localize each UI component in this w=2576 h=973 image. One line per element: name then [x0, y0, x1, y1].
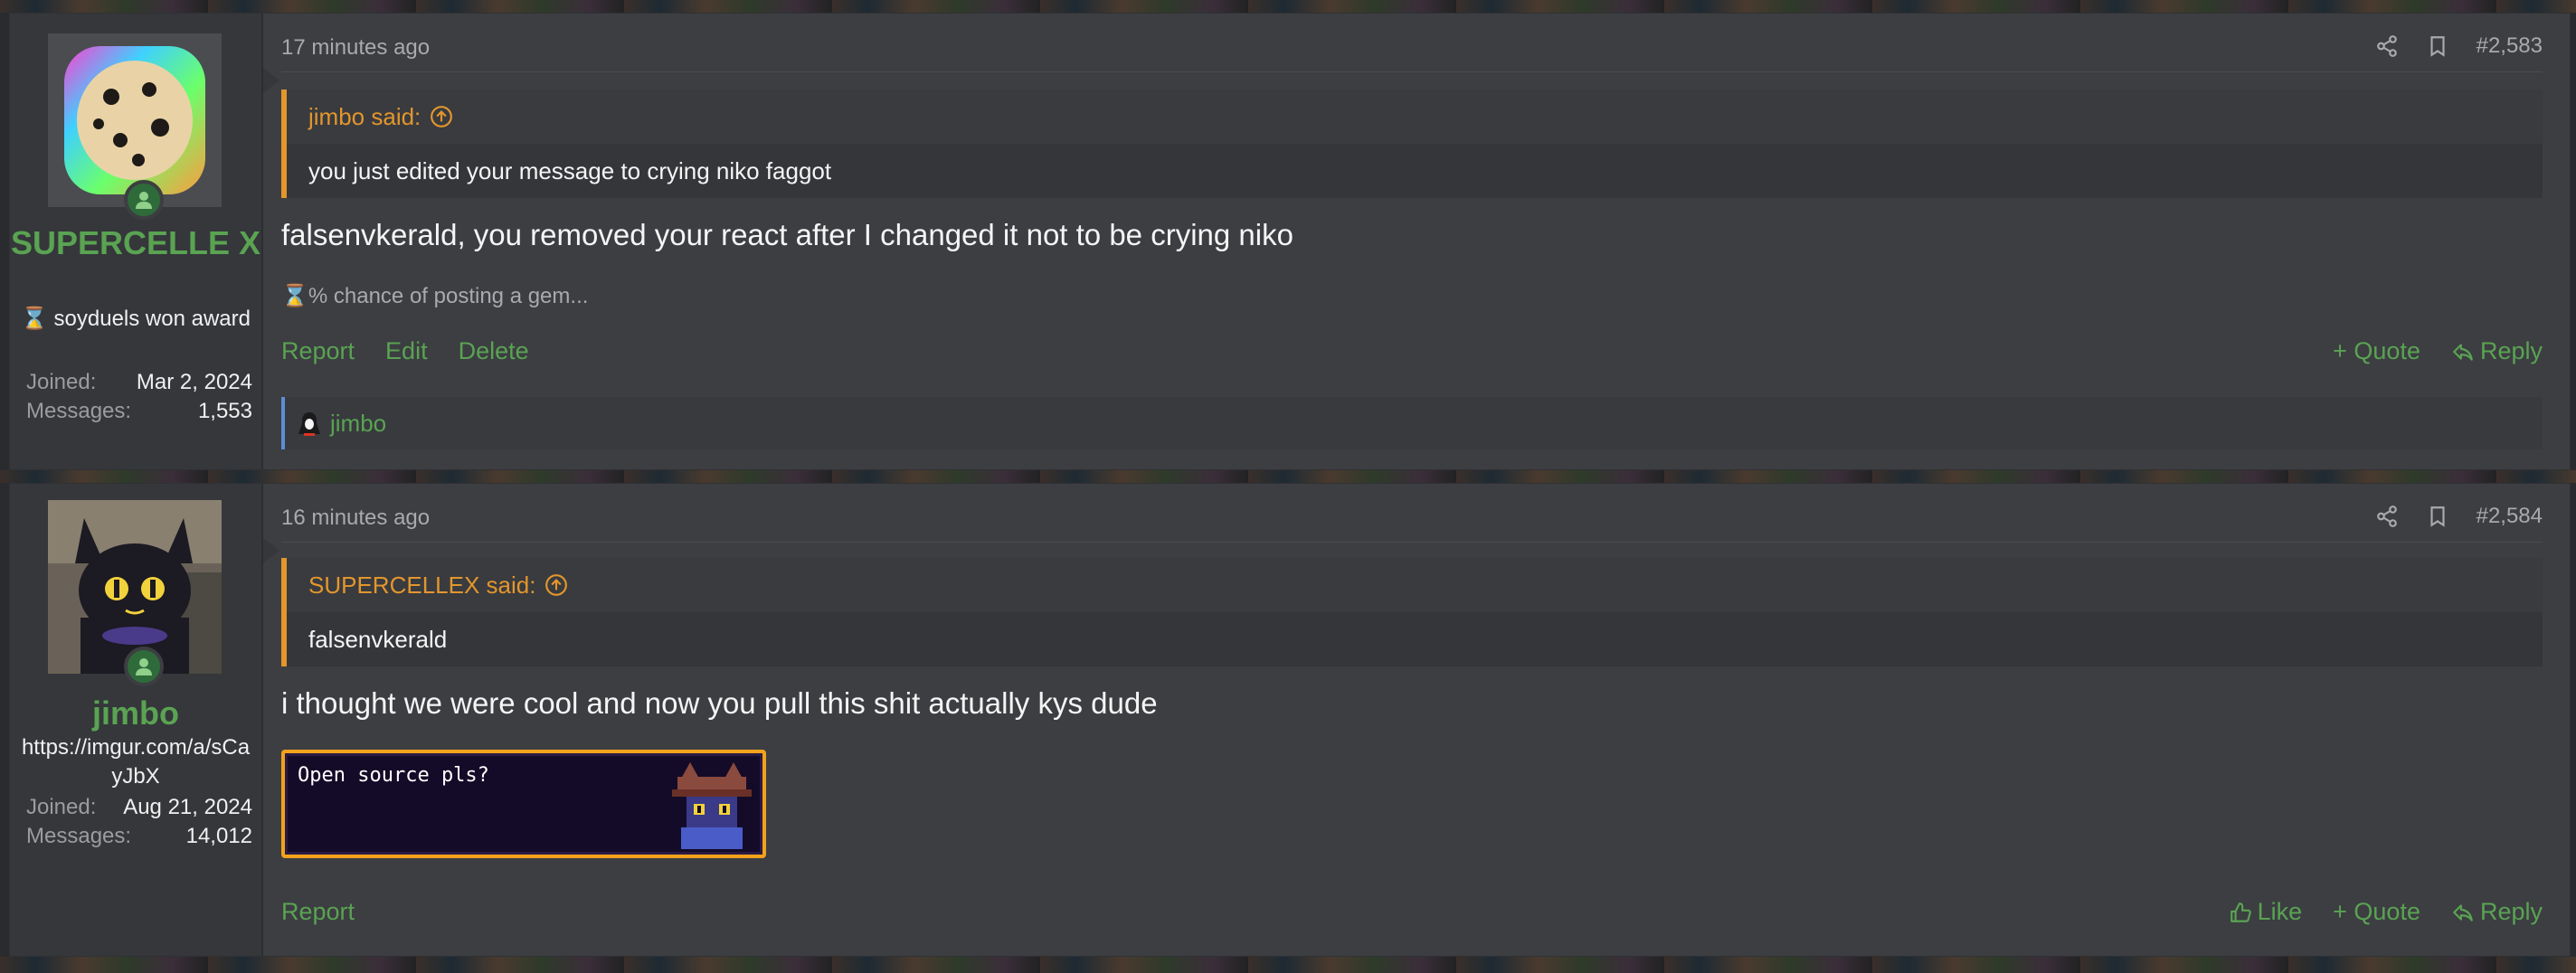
thumbs-up-icon	[2230, 902, 2251, 922]
divider	[281, 71, 2543, 72]
report-button[interactable]: Report	[281, 898, 355, 926]
post-number[interactable]: #2,584	[2477, 504, 2543, 529]
reply-button[interactable]: Reply	[2451, 337, 2543, 365]
quote-block: jimbo said: you just edited your message…	[281, 90, 2543, 198]
post-time[interactable]: 16 minutes ago	[281, 505, 430, 531]
arrow-up-circle-icon[interactable]	[430, 105, 453, 128]
reaction-user-link[interactable]: jimbo	[330, 410, 386, 438]
post-content: 17 minutes ago #2,583 jimbo said: you ju…	[281, 14, 2570, 469]
reply-icon	[2453, 903, 2473, 921]
reply-button[interactable]: Reply	[2451, 898, 2543, 926]
username[interactable]: SUPERCELLE X	[10, 223, 261, 263]
quote-header[interactable]: jimbo said:	[287, 90, 2543, 144]
like-label: Like	[2257, 898, 2303, 925]
background-strip	[0, 470, 2576, 483]
joined-label: Joined:	[26, 370, 97, 394]
message-body: i thought we were cool and now you pull …	[281, 686, 1158, 720]
messages-label: Messages:	[26, 399, 132, 423]
quote-text: falsenvkerald	[308, 626, 448, 653]
quote-button[interactable]: + Quote	[2333, 337, 2420, 365]
post-2583: SUPERCELLE X ⌛ soyduels won award Joined…	[9, 13, 2571, 470]
reactions-bar: jimbo	[281, 397, 2543, 449]
post-time[interactable]: 17 minutes ago	[281, 35, 430, 61]
reaction-icon[interactable]	[296, 410, 323, 437]
background-strip	[0, 0, 2576, 13]
arrow-up-circle-icon[interactable]	[545, 573, 568, 597]
joined-stat: Joined: Mar 2, 2024	[26, 368, 252, 397]
user-info: jimbo https://imgur.com/a/sCayJbX Joined…	[10, 484, 279, 956]
reply-label: Reply	[2479, 337, 2543, 364]
share-icon[interactable]	[2375, 34, 2399, 58]
quote-author[interactable]: SUPERCELLEX said:	[308, 558, 535, 612]
user-title: ⌛ soyduels won award	[20, 307, 251, 331]
joined-stat: Joined: Aug 21, 2024	[26, 793, 252, 822]
quote-header[interactable]: SUPERCELLEX said:	[287, 558, 2543, 612]
messages-value[interactable]: 14,012	[186, 822, 252, 851]
bookmark-icon[interactable]	[2426, 505, 2449, 528]
quote-author[interactable]: jimbo said:	[308, 90, 421, 144]
messages-value[interactable]: 1,553	[198, 397, 252, 426]
post-meta: #2,584	[2375, 504, 2543, 529]
edit-button[interactable]: Edit	[385, 337, 428, 365]
post-meta: #2,583	[2375, 33, 2543, 59]
report-button[interactable]: Report	[281, 337, 355, 365]
embedded-image[interactable]: Open source pls?	[281, 750, 766, 858]
post-2584: jimbo https://imgur.com/a/sCayJbX Joined…	[9, 483, 2571, 957]
embed-text: Open source pls?	[298, 764, 489, 787]
online-status-icon	[124, 180, 164, 220]
quote-button[interactable]: + Quote	[2333, 898, 2420, 926]
quote-text: you just edited your message to crying n…	[308, 157, 832, 184]
post-actions: Report Edit Delete + Quote Reply	[281, 337, 2543, 365]
joined-value: Mar 2, 2024	[136, 370, 252, 394]
signature: ⌛% chance of posting a gem...	[281, 284, 589, 308]
messages-stat: Messages: 1,553	[26, 397, 252, 426]
quote-block: SUPERCELLEX said: falsenvkerald	[281, 558, 2543, 666]
post-actions: Report Like + Quote Reply	[281, 898, 2543, 926]
joined-label: Joined:	[26, 795, 97, 819]
messages-label: Messages:	[26, 824, 132, 848]
post-content: 16 minutes ago #2,584 SUPERCELLEX said: …	[281, 484, 2570, 956]
user-title: https://imgur.com/a/sCayJbX	[21, 735, 251, 789]
like-button[interactable]: Like	[2229, 898, 2303, 926]
reply-icon	[2453, 343, 2473, 361]
share-icon[interactable]	[2375, 505, 2399, 528]
delete-button[interactable]: Delete	[459, 337, 529, 365]
background-strip	[0, 957, 2576, 973]
reply-label: Reply	[2479, 898, 2543, 925]
niko-portrait-icon	[668, 759, 755, 849]
messages-stat: Messages: 14,012	[26, 822, 252, 851]
divider	[281, 542, 2543, 543]
online-status-icon	[124, 647, 164, 686]
message-body: falsenvkerald, you removed your react af…	[281, 218, 1293, 251]
username[interactable]: jimbo	[10, 694, 261, 733]
user-info: SUPERCELLE X ⌛ soyduels won award Joined…	[10, 14, 279, 469]
joined-value: Aug 21, 2024	[123, 795, 252, 819]
post-number[interactable]: #2,583	[2477, 33, 2543, 59]
bookmark-icon[interactable]	[2426, 34, 2449, 58]
